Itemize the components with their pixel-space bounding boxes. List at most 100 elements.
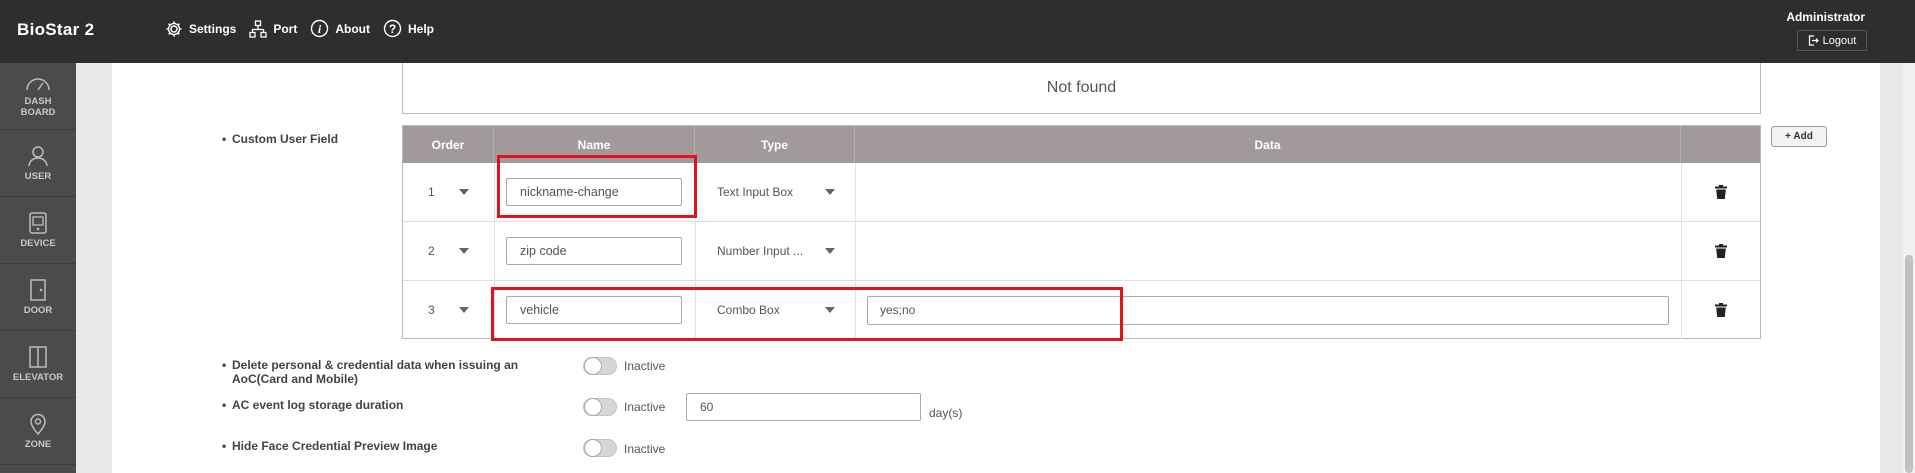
order-dropdown[interactable] [459,222,469,280]
gear-icon [166,21,182,36]
chevron-down-icon [825,248,835,254]
svg-text:i: i [318,22,322,36]
column-divider [494,163,495,339]
name-cell: vehicle [506,281,682,339]
column-divider [1681,163,1682,339]
order-value: 2 [428,222,435,280]
sidebar-item-label: DASH [24,96,52,107]
not-found-panel: Not found [402,63,1761,114]
order-value: 3 [428,281,435,339]
order-number: 1 [428,185,435,199]
delete-row-button[interactable] [1715,222,1727,280]
chevron-down-icon [459,189,469,195]
ac-log-state: Inactive [624,400,666,414]
app-logo[interactable]: BioStar 2 [17,20,94,40]
sidebar-item-label: DEVICE [20,237,56,249]
nav-settings[interactable]: Settings [165,20,236,38]
nav-help-label: Help [408,21,435,36]
chevron-down-icon [825,189,835,195]
custom-user-field-table: Order Name Type Data 1 nickname-change T… [402,125,1761,339]
sidebar-item-dashboard[interactable]: DASH BOARD [0,63,76,130]
order-dropdown[interactable] [459,281,469,339]
order-number: 2 [428,244,435,258]
trash-icon [1715,303,1727,317]
info-icon: i [311,19,329,38]
device-icon [29,211,47,234]
nav-port-label: Port [273,21,298,36]
add-field-button[interactable]: + Add [1771,126,1827,147]
delete-data-label-line2: AoC(Card and Mobile) [232,372,358,386]
trash-icon [1715,185,1727,199]
delete-row-button[interactable] [1715,281,1727,339]
nav-help[interactable]: ? Help [383,19,434,38]
header-type: Type [695,126,855,163]
sidebar-item-door[interactable]: DOOR [0,264,76,331]
user-icon [28,145,48,166]
column-divider [695,163,696,339]
name-cell: nickname-change [506,163,682,221]
header-actions [1681,126,1760,163]
toggle-knob [584,398,602,416]
name-cell: zip code [506,222,682,280]
nav-settings-label: Settings [189,21,237,36]
chevron-down-icon [459,307,469,313]
door-icon [30,278,46,301]
nav-about[interactable]: i About [310,19,370,38]
toggle-knob [584,357,602,375]
sidebar-item-user[interactable]: USER [0,130,76,197]
scrollbar-thumb[interactable] [1905,255,1913,473]
column-divider [855,163,856,339]
table-row: 1 nickname-change Text Input Box [403,163,1760,222]
field-name-input[interactable]: zip code [506,237,682,265]
logout-button[interactable]: Logout [1797,30,1867,51]
logout-label: Logout [1822,34,1857,47]
table-row: 2 zip code Number Input ... [403,222,1760,281]
type-select[interactable]: Combo Box [717,281,835,339]
sidebar-item-label: DOOR [23,304,53,316]
trash-icon [1715,244,1727,258]
delete-data-label-line1: Delete personal & credential data when i… [232,358,519,372]
ac-log-toggle[interactable] [583,398,617,416]
zone-pin-icon [30,413,46,435]
field-name-input[interactable]: vehicle [506,296,682,324]
field-name-input[interactable]: nickname-change [506,178,682,206]
table-header: Order Name Type Data [403,126,1760,163]
custom-user-field-label: Custom User Field [222,132,338,146]
ac-log-unit: day(s) [929,406,963,420]
chevron-down-icon [459,248,469,254]
elevator-icon [29,345,47,368]
sidebar-item-device[interactable]: DEVICE [0,197,76,264]
delete-row-button[interactable] [1715,163,1727,221]
gauge-icon [26,78,50,91]
table-row: 3 vehicle Combo Box yes;no [403,281,1760,340]
not-found-text: Not found [1046,79,1117,96]
delete-data-toggle[interactable] [583,357,617,375]
ac-log-days-input[interactable]: 60 [686,393,921,421]
top-nav: Settings Port i About ? Help [165,19,447,38]
type-value: Number Input ... [717,244,804,258]
type-value: Combo Box [717,303,780,317]
ac-log-label: AC event log storage duration [222,398,403,412]
order-number: 3 [428,303,435,317]
type-select[interactable]: Text Input Box [717,163,835,221]
combo-data-input[interactable]: yes;no [867,295,1669,325]
sidebar-item-zone[interactable]: ZONE [0,398,76,465]
sidebar: DASH BOARD USER DEVICE DOOR ELEVATOR ZON… [0,63,76,473]
order-dropdown[interactable] [459,163,469,221]
sidebar-item-label-line2: BOARD [20,107,56,118]
nav-port[interactable]: Port [249,19,298,38]
type-select[interactable]: Number Input ... [717,222,835,280]
user-name: Administrator [1786,10,1865,24]
header-name: Name [494,126,695,163]
delete-data-label: Delete personal & credential data when i… [222,358,519,386]
hide-face-state: Inactive [624,442,666,456]
hide-face-toggle[interactable] [583,439,617,457]
sidebar-item-label: ELEVATOR [12,371,64,383]
hide-face-label: Hide Face Credential Preview Image [222,439,437,453]
top-bar: BioStar 2 Settings Port i About ? Help A… [0,0,1915,63]
svg-text:?: ? [389,22,396,36]
header-data: Data [855,126,1681,163]
chevron-down-icon [825,307,835,313]
network-icon [249,19,267,38]
sidebar-item-elevator[interactable]: ELEVATOR [0,331,76,398]
